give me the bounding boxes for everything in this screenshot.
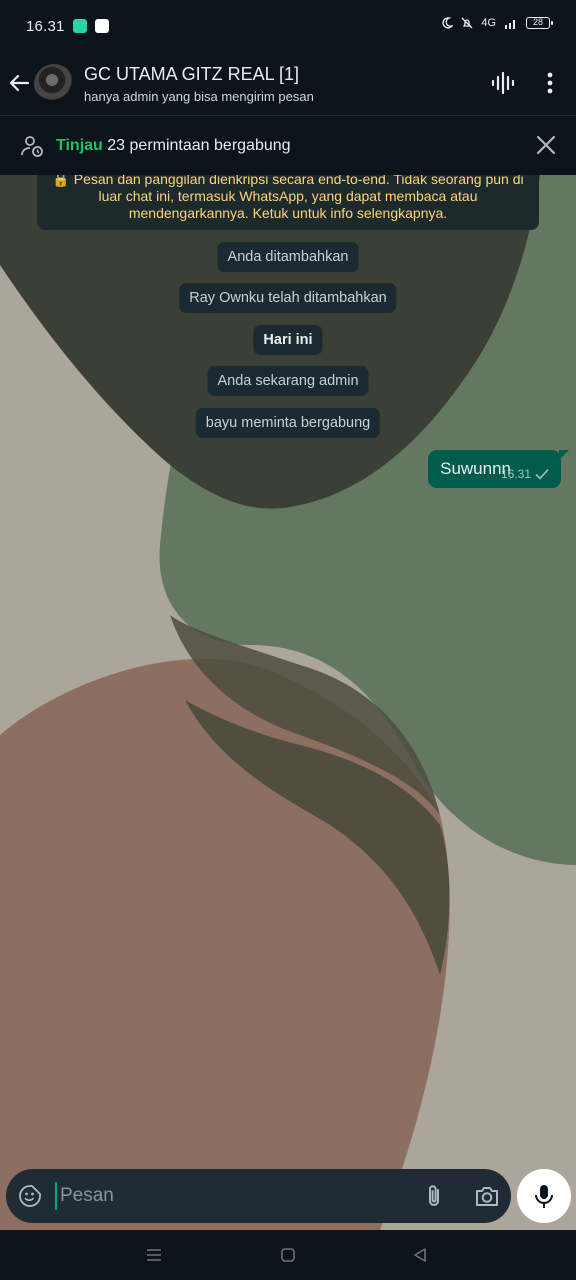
attach-icon[interactable]: [422, 1183, 446, 1209]
mic-icon: [535, 1185, 553, 1208]
dnd-moon-icon: [442, 17, 454, 29]
message-meta: 16.31: [501, 467, 549, 481]
voice-chat-icon[interactable]: [490, 70, 516, 96]
chat-header: GC UTAMA GITZ REAL [1] hanya admin yang …: [0, 52, 576, 116]
review-link[interactable]: Tinjau: [56, 137, 103, 154]
text-caret: [55, 1182, 57, 1210]
notification-message-icon: [94, 19, 109, 33]
join-request-text: Tinjau 23 permintaan bergabung: [56, 137, 291, 155]
status-bar: 16.31 4G 28: [0, 0, 576, 52]
emoji-icon[interactable]: [18, 1184, 42, 1208]
group-title[interactable]: GC UTAMA GITZ REAL [1]: [84, 64, 299, 85]
message-input[interactable]: [60, 1179, 400, 1213]
status-time: 16.31: [26, 17, 65, 35]
message-time: 16.31: [500, 467, 531, 481]
group-subtitle[interactable]: hanya admin yang bisa mengirim pesan: [84, 89, 314, 104]
outgoing-message[interactable]: Suwunnn 16.31: [428, 450, 569, 488]
network-type-label: 4G: [481, 17, 496, 29]
back-arrow-icon[interactable]: [8, 72, 30, 94]
encryption-notice[interactable]: 🔒 Pesan dan panggilan dienkripsi secara …: [37, 175, 539, 230]
status-icons: 4G 28: [441, 17, 553, 29]
system-message[interactable]: bayu meminta bergabung: [195, 408, 381, 438]
person-clock-icon: [21, 136, 43, 157]
recent-apps-icon[interactable]: [144, 1245, 164, 1265]
signal-icon: [505, 20, 515, 29]
group-avatar[interactable]: [34, 64, 74, 104]
date-divider: Hari ini: [253, 325, 323, 355]
mute-bell-icon: [461, 17, 473, 29]
camera-icon[interactable]: [474, 1184, 500, 1208]
checkmark-icon: [535, 468, 549, 480]
notification-app-icon: [72, 19, 87, 33]
system-nav-bar: [0, 1230, 576, 1280]
mic-button[interactable]: [517, 1169, 571, 1223]
join-request-banner[interactable]: Tinjau 23 permintaan bergabung: [0, 117, 576, 175]
home-icon[interactable]: [278, 1245, 298, 1265]
message-input-bar: [6, 1169, 511, 1223]
system-message: Anda sekarang admin: [207, 366, 369, 396]
system-message: Anda ditambahkan: [217, 242, 359, 272]
battery-icon: 28: [526, 17, 553, 29]
close-icon[interactable]: [536, 135, 556, 155]
nav-back-icon[interactable]: [410, 1245, 430, 1265]
request-count-text: 23 permintaan bergabung: [107, 137, 291, 154]
more-vert-icon[interactable]: [537, 70, 563, 96]
chat-area[interactable]: 🔒 Pesan dan panggilan dienkripsi secara …: [0, 175, 576, 1230]
system-message: Ray Ownku telah ditambahkan: [179, 283, 397, 313]
